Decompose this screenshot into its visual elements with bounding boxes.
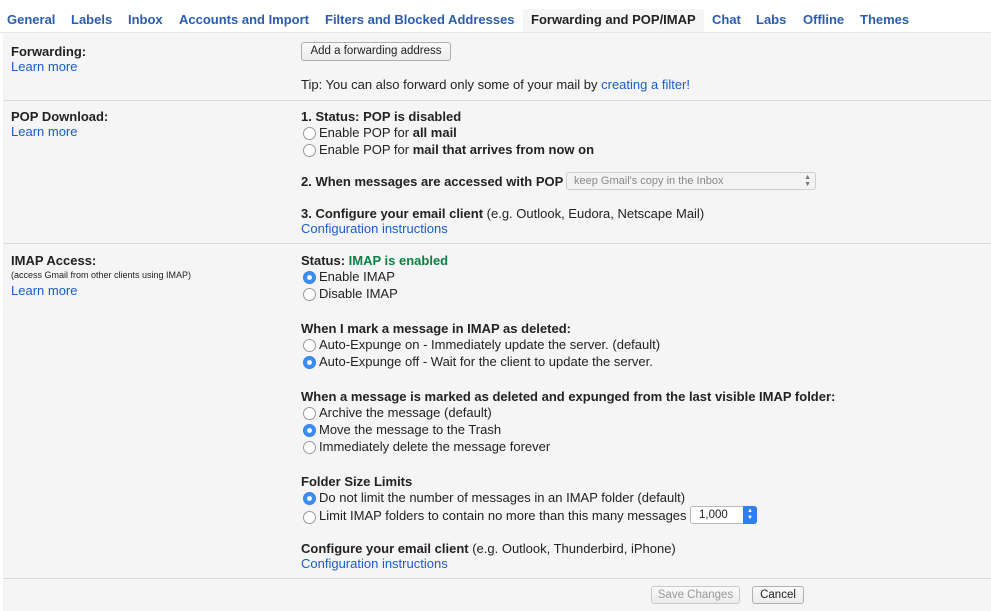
add-forwarding-address-button[interactable]: Add a forwarding address bbox=[301, 42, 451, 61]
imap-configure: Configure your email client (e.g. Outloo… bbox=[301, 541, 676, 556]
pop-configure-hint: (e.g. Outlook, Eudora, Netscape Mail) bbox=[483, 206, 705, 221]
pop-from-now-prefix: Enable POP for bbox=[319, 142, 413, 157]
forwarding-tip: Tip: You can also forward only some of y… bbox=[301, 77, 690, 92]
stepper-arrows-icon: ▲ ▼ bbox=[743, 506, 757, 524]
imap-status-value: IMAP is enabled bbox=[348, 253, 449, 268]
delete-forever-label: Immediately delete the message forever bbox=[319, 439, 551, 454]
pop-from-now-bold: mail that arrives from now on bbox=[412, 142, 595, 157]
cancel-button[interactable]: Cancel bbox=[752, 586, 804, 604]
pop-configuration-instructions-link[interactable]: Configuration instructions bbox=[301, 221, 448, 236]
pop-configure: 3. Configure your email client (e.g. Out… bbox=[301, 206, 704, 221]
tab-forwarding-and-pop-imap[interactable]: Forwarding and POP/IMAP bbox=[523, 9, 704, 33]
folder-size-heading: Folder Size Limits bbox=[301, 474, 413, 489]
pop-accessed-label: 2. When messages are accessed with POP bbox=[301, 174, 564, 189]
pop-accessed-select[interactable]: keep Gmail's copy in the Inbox ▲ ▼ bbox=[566, 172, 816, 190]
tab-filters-and-blocked-addresses[interactable]: Filters and Blocked Addresses bbox=[325, 12, 515, 27]
tab-themes[interactable]: Themes bbox=[860, 12, 909, 27]
imap-deleted-heading: When I mark a message in IMAP as deleted… bbox=[301, 321, 571, 336]
settings-tabs: General Labels Inbox Accounts and Import… bbox=[0, 0, 991, 33]
section-divider bbox=[3, 578, 991, 579]
select-arrows-icon: ▲ ▼ bbox=[804, 174, 811, 188]
pop-status-label: 1. Status: bbox=[301, 109, 364, 124]
imap-configure-hint: (e.g. Outlook, Thunderbird, iPhone) bbox=[468, 541, 676, 556]
auto-expunge-on-label: Auto-Expunge on - Immediately update the… bbox=[319, 337, 661, 352]
auto-expunge-on-radio[interactable] bbox=[303, 339, 316, 352]
forwarding-learn-more-link[interactable]: Learn more bbox=[11, 59, 77, 74]
limit-folder-radio[interactable] bbox=[303, 511, 316, 524]
pop-title: POP Download: bbox=[11, 109, 109, 124]
section-divider bbox=[3, 100, 991, 101]
tab-general[interactable]: General bbox=[7, 12, 55, 27]
tab-chat[interactable]: Chat bbox=[712, 12, 741, 27]
archive-message-label: Archive the message (default) bbox=[319, 405, 492, 420]
auto-expunge-off-label: Auto-Expunge off - Wait for the client t… bbox=[319, 354, 653, 369]
enable-imap-radio[interactable] bbox=[303, 271, 316, 284]
disable-imap-label: Disable IMAP bbox=[319, 286, 398, 301]
imap-configure-label: Configure your email client bbox=[301, 541, 469, 556]
imap-configuration-instructions-link[interactable]: Configuration instructions bbox=[301, 556, 448, 571]
imap-expunged-heading: When a message is marked as deleted and … bbox=[301, 389, 836, 404]
imap-learn-more-link[interactable]: Learn more bbox=[11, 283, 77, 298]
tab-accounts-and-import[interactable]: Accounts and Import bbox=[179, 12, 309, 27]
forwarding-tip-text: Tip: You can also forward only some of y… bbox=[301, 77, 602, 92]
tab-offline[interactable]: Offline bbox=[803, 12, 844, 27]
tab-labels[interactable]: Labels bbox=[71, 12, 112, 27]
forwarding-title: Forwarding: bbox=[11, 44, 87, 59]
pop-status-value: POP is disabled bbox=[363, 109, 462, 124]
pop-configure-label: 3. Configure your email client bbox=[301, 206, 484, 221]
disable-imap-radio[interactable] bbox=[303, 288, 316, 301]
section-divider bbox=[3, 243, 991, 244]
pop-from-now-radio[interactable] bbox=[303, 144, 316, 157]
creating-filter-link[interactable]: creating a filter! bbox=[601, 77, 690, 92]
pop-all-mail-label: Enable POP for all mail bbox=[319, 125, 457, 140]
imap-status: Status: IMAP is enabled bbox=[301, 253, 448, 268]
archive-message-radio[interactable] bbox=[303, 407, 316, 420]
auto-expunge-off-radio[interactable] bbox=[303, 356, 316, 369]
pop-all-mail-radio[interactable] bbox=[303, 127, 316, 140]
imap-subtitle: (access Gmail from other clients using I… bbox=[11, 270, 192, 280]
move-to-trash-label: Move the message to the Trash bbox=[319, 422, 502, 437]
move-to-trash-radio[interactable] bbox=[303, 424, 316, 437]
enable-imap-label: Enable IMAP bbox=[319, 269, 395, 284]
save-changes-button[interactable]: Save Changes bbox=[651, 586, 740, 604]
tab-inbox[interactable]: Inbox bbox=[128, 12, 163, 27]
pop-accessed-select-value: keep Gmail's copy in the Inbox bbox=[574, 175, 724, 187]
imap-status-label: Status: bbox=[301, 253, 349, 268]
pop-all-mail-prefix: Enable POP for bbox=[319, 125, 413, 140]
delete-forever-radio[interactable] bbox=[303, 441, 316, 454]
no-folder-limit-label: Do not limit the number of messages in a… bbox=[319, 490, 686, 505]
no-folder-limit-radio[interactable] bbox=[303, 492, 316, 505]
pop-learn-more-link[interactable]: Learn more bbox=[11, 124, 77, 139]
limit-folder-label: Limit IMAP folders to contain no more th… bbox=[319, 508, 687, 523]
folder-limit-value: 1,000 bbox=[699, 509, 728, 521]
tab-labs[interactable]: Labs bbox=[756, 12, 786, 27]
imap-title: IMAP Access: bbox=[11, 253, 97, 268]
pop-from-now-label: Enable POP for mail that arrives from no… bbox=[319, 142, 594, 157]
pop-all-mail-bold: all mail bbox=[412, 125, 457, 140]
pop-status: 1. Status: POP is disabled bbox=[301, 109, 461, 124]
folder-limit-select[interactable]: 1,000 ▲ ▼ bbox=[690, 506, 757, 524]
